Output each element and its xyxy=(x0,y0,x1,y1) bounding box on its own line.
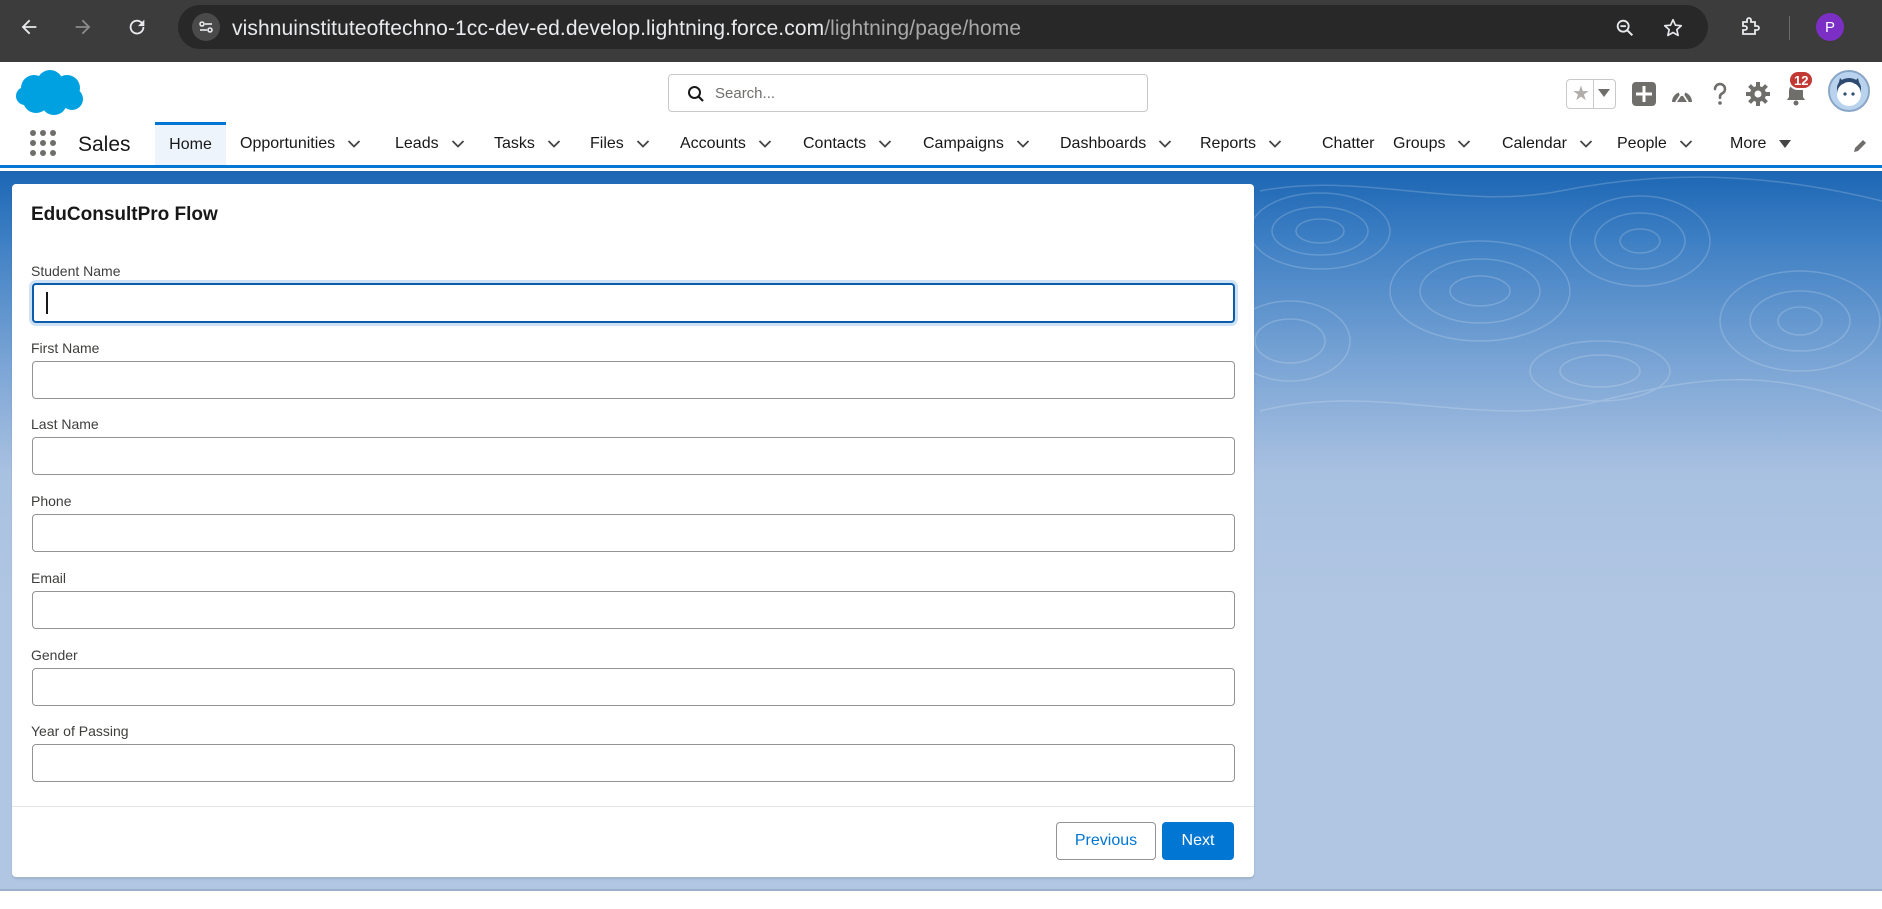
chevron-down-icon[interactable] xyxy=(1679,137,1693,151)
address-bar[interactable]: vishnuinstituteoftechno-1cc-dev-ed.devel… xyxy=(178,5,1708,49)
nav-tab-label: Calendar xyxy=(1502,134,1567,152)
profile-avatar[interactable]: P xyxy=(1816,13,1844,41)
search-placeholder: Search... xyxy=(715,85,776,102)
edit-nav-pencil-icon[interactable] xyxy=(1852,138,1868,154)
forward-icon[interactable] xyxy=(66,10,100,44)
chevron-down-icon[interactable] xyxy=(636,137,650,151)
last-name-label: Last Name xyxy=(31,416,99,432)
chevron-down-icon[interactable] xyxy=(1016,137,1030,151)
notification-count-badge: 12 xyxy=(1788,70,1815,90)
nav-tab-groups[interactable]: Groups xyxy=(1393,122,1471,165)
nav-tab-label: Chatter xyxy=(1322,134,1375,152)
chevron-down-icon[interactable] xyxy=(347,137,361,151)
nav-tab-label: Accounts xyxy=(680,134,746,152)
nav-tab-label: Leads xyxy=(395,134,439,152)
gender-input[interactable] xyxy=(32,668,1235,706)
salesforce-logo[interactable] xyxy=(14,68,86,118)
url-host: vishnuinstituteoftechno-1cc-dev-ed.devel… xyxy=(232,17,825,40)
extensions-icon[interactable] xyxy=(1735,12,1765,42)
nav-tab-leads[interactable]: Leads xyxy=(395,122,465,165)
more-caret-icon[interactable] xyxy=(1778,137,1792,151)
favorites-list-caret-icon[interactable] xyxy=(1598,89,1610,97)
global-search-box[interactable]: Search... xyxy=(668,74,1148,112)
nav-tab-opportunities[interactable]: Opportunities xyxy=(240,122,361,165)
reload-icon[interactable] xyxy=(120,10,154,44)
year-of-passing-input[interactable] xyxy=(32,744,1235,782)
nav-tab-more[interactable]: More xyxy=(1730,122,1792,165)
chevron-down-icon[interactable] xyxy=(547,137,561,151)
chevron-down-icon[interactable] xyxy=(878,137,892,151)
chevron-down-icon[interactable] xyxy=(451,137,465,151)
nav-tab-label: More xyxy=(1730,134,1767,152)
app-launcher-icon[interactable] xyxy=(30,130,60,160)
nav-tab-label: People xyxy=(1617,134,1667,152)
favorite-star-icon[interactable]: ★ xyxy=(1572,83,1590,105)
nav-tab-calendar[interactable]: Calendar xyxy=(1502,122,1593,165)
toolbar-divider xyxy=(1789,16,1790,40)
chevron-down-icon[interactable] xyxy=(1158,137,1172,151)
back-icon[interactable] xyxy=(12,10,46,44)
student-name-input[interactable] xyxy=(32,283,1235,323)
last-name-input[interactable] xyxy=(32,437,1235,475)
help-icon[interactable] xyxy=(1706,80,1734,108)
nav-tab-label: Dashboards xyxy=(1060,134,1147,152)
nav-tab-tasks[interactable]: Tasks xyxy=(494,122,561,165)
flow-title: EduConsultPro Flow xyxy=(31,204,218,225)
nav-tab-chatter[interactable]: Chatter xyxy=(1322,122,1374,165)
year-of-passing-label: Year of Passing xyxy=(31,723,129,739)
first-name-label: First Name xyxy=(31,340,100,356)
nav-tab-label: Tasks xyxy=(494,134,535,152)
email-label: Email xyxy=(31,570,67,586)
text-cursor xyxy=(46,292,48,314)
favorites-divider xyxy=(1593,80,1594,108)
page-bottom-border xyxy=(0,889,1882,891)
phone-label: Phone xyxy=(31,493,72,509)
nav-tab-dashboards[interactable]: Dashboards xyxy=(1060,122,1172,165)
nav-tab-reports[interactable]: Reports xyxy=(1200,122,1282,165)
nav-tab-label: Reports xyxy=(1200,134,1257,152)
gender-label: Gender xyxy=(31,647,78,663)
nav-tab-label: Groups xyxy=(1393,134,1446,152)
nav-tab-label: Contacts xyxy=(803,134,867,152)
nav-tab-label: Opportunities xyxy=(240,134,336,152)
email-input[interactable] xyxy=(32,591,1235,629)
next-button[interactable]: Next xyxy=(1162,822,1234,860)
nav-tab-label: Campaigns xyxy=(923,134,1004,152)
phone-input[interactable] xyxy=(32,514,1235,552)
nav-tab-people[interactable]: People xyxy=(1617,122,1693,165)
global-header: Search... ★ 12 xyxy=(0,62,1882,122)
nav-tab-contacts[interactable]: Contacts xyxy=(803,122,892,165)
nav-tab-files[interactable]: Files xyxy=(590,122,650,165)
flow-card: EduConsultPro Flow Student Name First Na… xyxy=(12,184,1254,877)
footer-divider xyxy=(12,806,1254,807)
chevron-down-icon[interactable] xyxy=(758,137,772,151)
nav-tab-label: Home xyxy=(169,136,212,153)
previous-button[interactable]: Previous xyxy=(1056,822,1156,860)
site-info-icon[interactable] xyxy=(192,13,220,41)
url-text: vishnuinstituteoftechno-1cc-dev-ed.devel… xyxy=(232,17,1021,41)
search-icon xyxy=(688,86,704,102)
setup-gear-icon[interactable] xyxy=(1744,80,1772,108)
chevron-down-icon[interactable] xyxy=(1268,137,1282,151)
zoom-icon[interactable] xyxy=(1612,15,1638,41)
app-name: Sales xyxy=(78,133,131,156)
app-navigation-bar: Sales Home Opportunities Leads Tasks Files Ac… xyxy=(0,122,1882,168)
nav-tab-home[interactable]: Home xyxy=(155,122,226,165)
student-name-label: Student Name xyxy=(31,263,121,279)
nav-tab-label: Files xyxy=(590,134,624,152)
first-name-input[interactable] xyxy=(32,361,1235,399)
user-avatar[interactable] xyxy=(1828,70,1870,112)
bookmark-star-icon[interactable] xyxy=(1660,15,1686,41)
browser-toolbar: vishnuinstituteoftechno-1cc-dev-ed.devel… xyxy=(0,0,1882,62)
favorites-button[interactable]: ★ xyxy=(1566,79,1616,109)
nav-tab-accounts[interactable]: Accounts xyxy=(680,122,772,165)
url-path: /lightning/page/home xyxy=(824,17,1022,40)
trailhead-guidance-icon[interactable] xyxy=(1668,80,1696,108)
chevron-down-icon[interactable] xyxy=(1579,137,1593,151)
nav-tab-campaigns[interactable]: Campaigns xyxy=(923,122,1030,165)
chevron-down-icon[interactable] xyxy=(1457,137,1471,151)
global-actions-add-icon[interactable] xyxy=(1630,80,1658,108)
